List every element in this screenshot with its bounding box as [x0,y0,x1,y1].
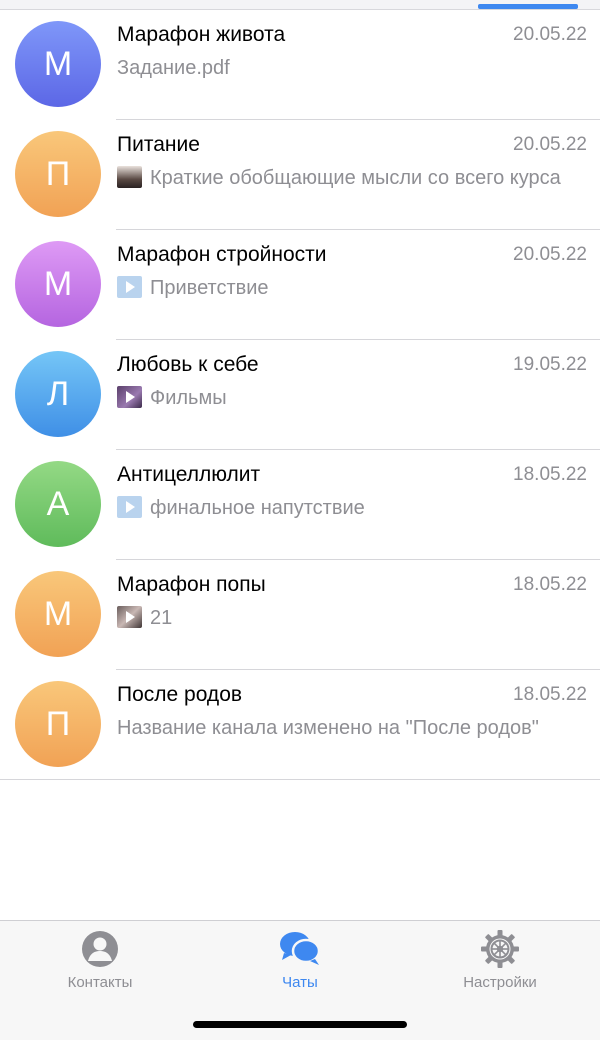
video-thumbnail-icon [117,276,142,298]
avatar: А [15,461,101,547]
tab-chats[interactable]: Чаты [200,927,400,1007]
avatar: М [15,241,101,327]
chat-row[interactable]: П После родов 18.05.22 Название канала и… [0,670,600,780]
chat-date: 18.05.22 [513,464,587,485]
chat-date: 19.05.22 [513,354,587,375]
chat-name: Любовь к себе [117,353,259,376]
home-indicator [193,1021,407,1028]
chat-row[interactable]: Л Любовь к себе 19.05.22 Фильмы [0,340,600,450]
tab-label: Контакты [67,974,133,991]
chat-name: После родов [117,683,243,706]
chat-bubbles-icon [280,932,321,965]
avatar: Л [15,351,101,437]
video-thumbnail-icon [117,386,142,408]
photo-thumbnail-icon [117,166,142,188]
chat-date: 20.05.22 [513,244,587,265]
chat-preview: Название канала изменено на "После родов… [117,714,567,742]
chat-preview-text: 21 [150,607,173,629]
chat-name: Марафон живота [117,23,286,46]
chat-preview-text: финальное напутствие [150,497,365,519]
chat-date: 20.05.22 [513,134,587,155]
avatar: М [15,571,101,657]
chat-row[interactable]: П Питание 20.05.22 Краткие обобщающие мы… [0,120,600,230]
video-thumbnail-icon [117,496,142,518]
chat-row[interactable]: М Марафон живота 20.05.22 Задание.pdf [0,10,600,120]
top-header-edge [0,0,600,10]
chat-row[interactable]: М Марафон стройности 20.05.22 Приветстви… [0,230,600,340]
tab-contacts[interactable]: Контакты [0,927,200,1007]
chat-date: 20.05.22 [513,24,587,45]
chat-name: Марафон стройности [117,243,327,266]
chat-preview: Задание.pdf [117,54,567,82]
chat-preview: финальное напутствие [117,494,567,522]
chat-row[interactable]: А Антицеллюлит 18.05.22 финальное напутс… [0,450,600,560]
chat-preview: Фильмы [117,384,567,412]
avatar: П [15,681,101,767]
chat-row[interactable]: М Марафон попы 18.05.22 21 [0,560,600,670]
chat-name: Антицеллюлит [117,463,261,486]
chat-preview-text: Название канала изменено на "После родов… [117,717,539,739]
video-thumbnail-icon [117,606,142,628]
chat-list: М Марафон живота 20.05.22 Задание.pdf П … [0,10,600,780]
chat-preview-text: Фильмы [150,387,227,409]
chat-preview: 21 [117,604,567,632]
gear-icon [481,930,519,968]
chat-date: 18.05.22 [513,684,587,705]
tab-label: Чаты [282,974,318,991]
chat-date: 18.05.22 [513,574,587,595]
chat-preview-text: Приветствие [150,277,269,299]
chat-preview: Краткие обобщающие мысли со всего курса [117,164,567,192]
tab-settings[interactable]: Настройки [400,927,600,1007]
avatar: М [15,21,101,107]
chat-preview: Приветствие [117,274,567,302]
chat-preview-text: Краткие обобщающие мысли со всего курса [150,167,561,189]
avatar: П [15,131,101,217]
chat-name: Питание [117,133,200,156]
top-tab-indicator [478,4,578,9]
chat-name: Марафон попы [117,573,266,596]
person-circle-icon [82,931,118,967]
chat-preview-text: Задание.pdf [117,57,230,79]
tab-label: Настройки [463,974,537,991]
